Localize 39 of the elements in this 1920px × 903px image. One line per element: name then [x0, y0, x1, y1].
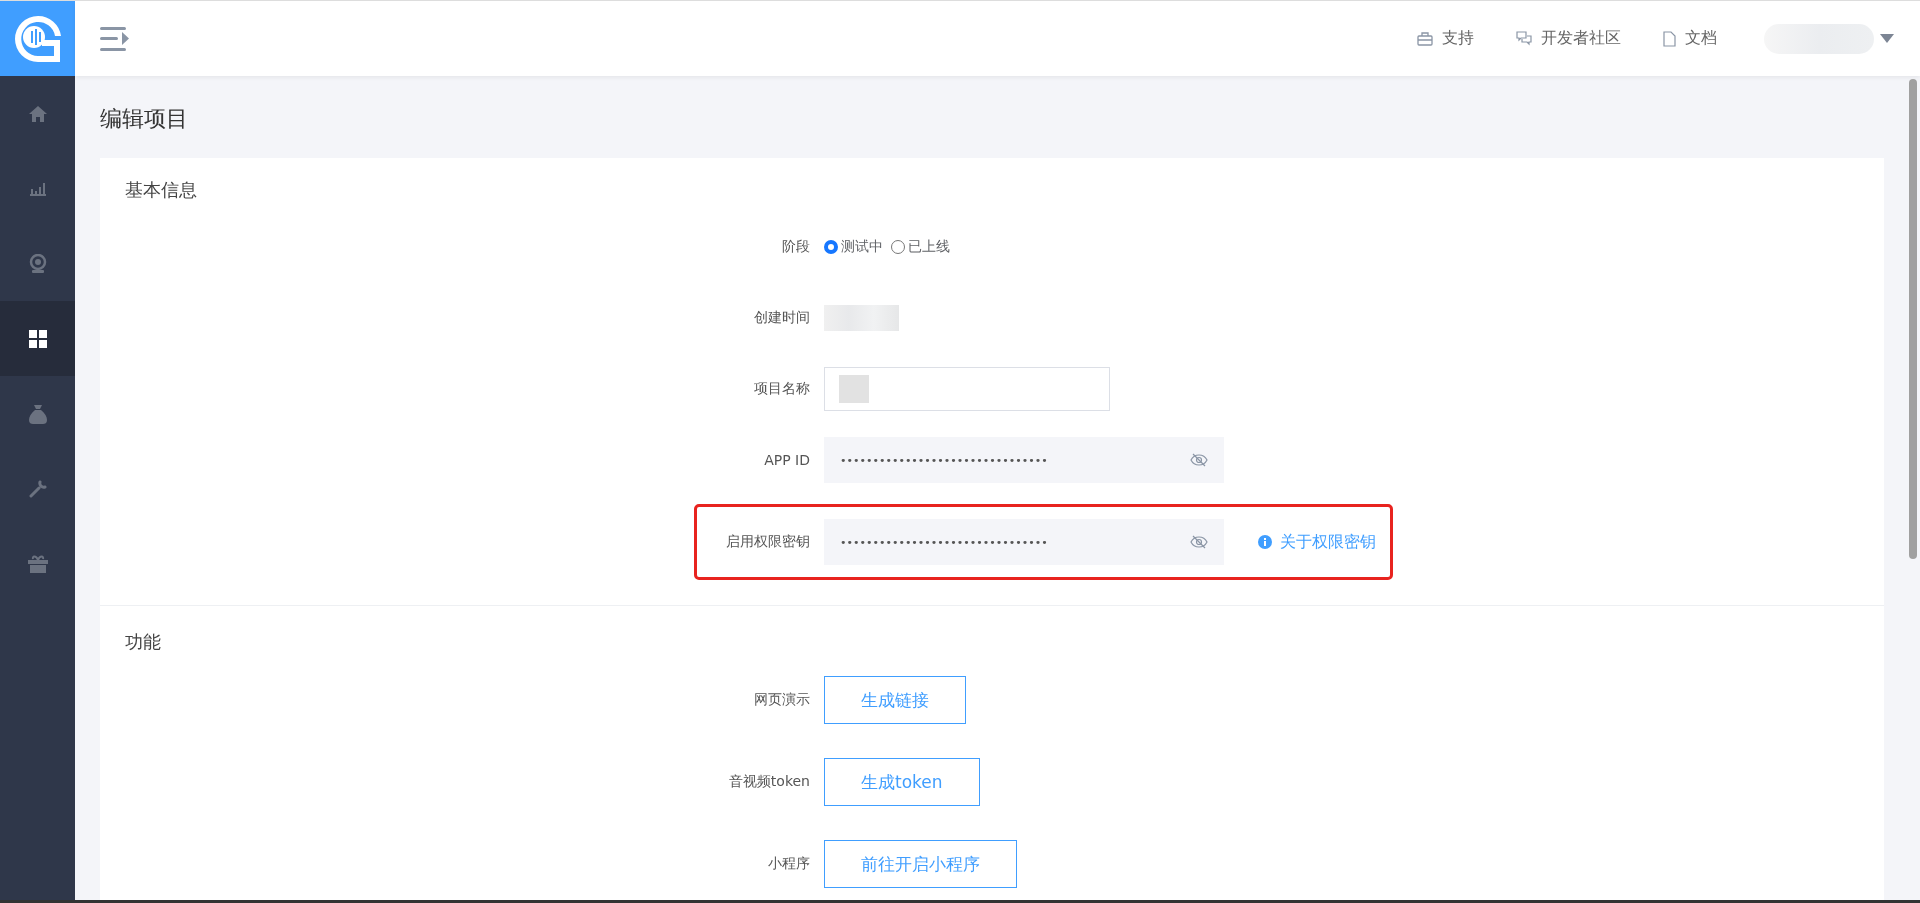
- header-link[interactable]: 开发者社区: [1516, 28, 1621, 49]
- field-label: 启用权限密钥: [725, 533, 811, 551]
- money-bag-icon: [28, 403, 47, 424]
- gift-icon: [27, 554, 48, 573]
- header-link[interactable]: 支持: [1417, 28, 1474, 49]
- webcam-icon: [28, 253, 47, 274]
- radio-button[interactable]: [824, 240, 838, 254]
- eye-off-icon[interactable]: [1190, 535, 1208, 549]
- eye-off-icon[interactable]: [1190, 453, 1208, 467]
- header-link[interactable]: 文档: [1663, 28, 1717, 49]
- caret-icon[interactable]: [1880, 34, 1894, 43]
- field-label: 阶段: [781, 238, 811, 256]
- page-title: 编辑项目: [100, 105, 189, 133]
- scrollbar[interactable]: [1909, 79, 1917, 559]
- section-title: 功能: [125, 630, 162, 654]
- wrench-icon: [28, 479, 47, 498]
- grid-icon: [28, 329, 47, 348]
- field-label: 创建时间: [753, 309, 811, 327]
- field-label: 小程序: [767, 855, 811, 873]
- menu-icon[interactable]: [100, 26, 130, 51]
- briefcase-icon: [1417, 31, 1433, 46]
- field-label: 网页演示: [753, 691, 811, 709]
- field-label: APP ID: [763, 452, 811, 468]
- radio-button[interactable]: [891, 240, 905, 254]
- chat-bubbles-icon: [1516, 31, 1532, 46]
- section-title: 基本信息: [125, 178, 198, 202]
- field-label: 音视频token: [727, 773, 811, 791]
- field-label: 项目名称: [753, 380, 811, 398]
- sidebar-item[interactable]: [0, 301, 75, 376]
- home-icon: [28, 105, 47, 122]
- input-field[interactable]: [824, 367, 1110, 411]
- password-field[interactable]: ••••••••••••••••••••••••••••••••: [824, 437, 1224, 483]
- document-icon: [1663, 30, 1676, 47]
- password-field[interactable]: ••••••••••••••••••••••••••••••••: [824, 519, 1224, 565]
- radio-option[interactable]: 测试中: [824, 238, 883, 256]
- info-icon: [1258, 535, 1272, 549]
- bar-chart-icon: [28, 181, 47, 196]
- radio-option[interactable]: 已上线: [891, 238, 950, 256]
- blurred-value: [839, 375, 869, 403]
